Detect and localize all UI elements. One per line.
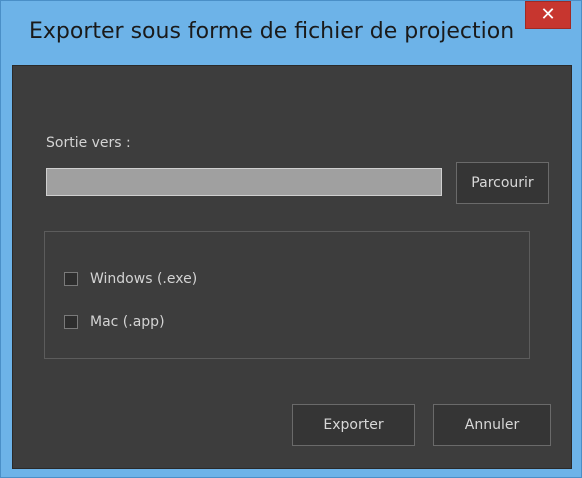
output-label: Sortie vers : [46, 135, 131, 151]
browse-button[interactable]: Parcourir [456, 162, 549, 204]
windows-option[interactable]: Windows (.exe) [64, 271, 197, 287]
mac-checkbox[interactable] [64, 315, 78, 329]
close-button[interactable]: ✕ [525, 1, 571, 29]
mac-option[interactable]: Mac (.app) [64, 314, 165, 330]
export-button[interactable]: Exporter [292, 404, 415, 446]
windows-label[interactable]: Windows (.exe) [90, 271, 197, 287]
mac-label[interactable]: Mac (.app) [90, 314, 165, 330]
title-bar[interactable]: Exporter sous forme de fichier de projec… [1, 1, 581, 65]
cancel-button[interactable]: Annuler [433, 404, 551, 446]
window-title: Exporter sous forme de fichier de projec… [29, 19, 515, 44]
output-path-field[interactable] [46, 168, 442, 196]
export-projector-dialog: Exporter sous forme de fichier de projec… [0, 0, 582, 478]
windows-checkbox[interactable] [64, 272, 78, 286]
dialog-body: Sortie vers : Parcourir Windows (.exe) M… [12, 65, 572, 469]
platform-group: Windows (.exe) Mac (.app) [44, 231, 530, 359]
close-icon: ✕ [540, 4, 556, 25]
